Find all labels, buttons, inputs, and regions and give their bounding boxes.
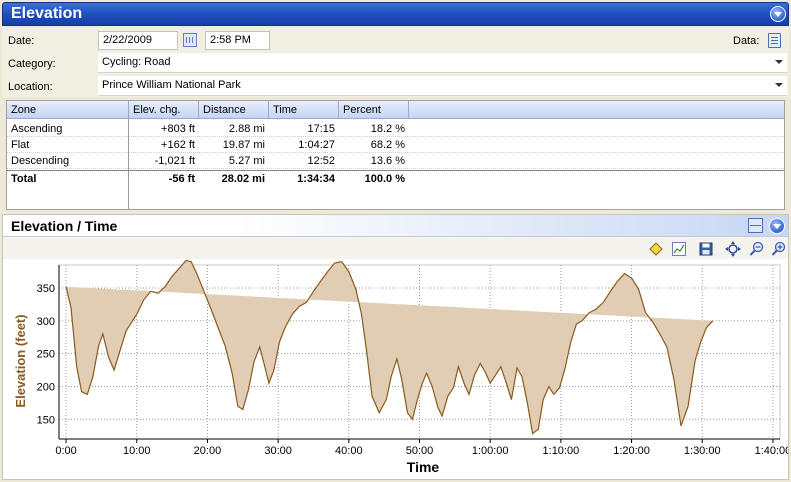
column-header[interactable]: Time — [269, 101, 339, 119]
location-label: Location: — [8, 81, 53, 93]
distance-cell: 5.27 mi — [228, 155, 265, 167]
percent-cell: 18.2 % — [370, 123, 405, 135]
column-header[interactable]: Elev. chg. — [129, 101, 199, 119]
data-label: Data: — [733, 35, 760, 47]
x-axis-label: Time — [407, 459, 440, 475]
elev-cell: -1,021 ft — [154, 155, 195, 167]
location-value: Prince William National Park — [102, 79, 241, 91]
date-input[interactable]: 2/22/2009 — [98, 31, 178, 50]
data-file-icon[interactable] — [768, 33, 781, 48]
elevation-zone-table: Zone Elev. chg. Distance Time Percent As… — [6, 100, 785, 210]
percent-cell: 100.0 % — [364, 173, 405, 185]
percent-cell: 13.6 % — [370, 155, 405, 167]
zone-cell: Flat — [11, 139, 30, 151]
zoom-out-icon[interactable] — [749, 241, 765, 257]
distance-cell: 19.87 mi — [222, 139, 265, 151]
panel-titlebar: Elevation — [2, 2, 789, 26]
category-select[interactable]: Cycling: Road — [98, 53, 787, 73]
y-tick-label: 250 — [37, 349, 55, 361]
table-header: Zone Elev. chg. Distance Time Percent — [7, 101, 784, 119]
zone-cell: Total — [11, 173, 37, 185]
chart-panel-title: Elevation / Time — [11, 218, 118, 234]
y-tick-label: 300 — [37, 316, 55, 328]
x-tick-label: 0:00 — [55, 445, 76, 457]
y-axis-label: Elevation (feet) — [13, 314, 28, 407]
table-total-row[interactable]: Total -56 ft 28.02 mi 1:34:34 100.0 % — [7, 170, 784, 186]
time-cell: 1:34:34 — [297, 173, 335, 185]
collapse-chevron-icon[interactable] — [769, 218, 785, 234]
chart-select-icon[interactable] — [671, 241, 687, 257]
category-value: Cycling: Road — [102, 56, 171, 68]
column-header[interactable]: Distance — [199, 101, 269, 119]
activity-form: Date: 2/22/2009 2:58 PM Data: Category: … — [2, 27, 789, 97]
y-tick-label: 200 — [37, 381, 55, 393]
elev-cell: +162 ft — [161, 139, 195, 151]
location-select[interactable]: Prince William National Park — [98, 76, 787, 96]
y-tick-label: 350 — [37, 283, 55, 295]
calendar-icon[interactable] — [183, 33, 197, 47]
fit-icon[interactable] — [725, 241, 741, 257]
x-tick-label: 1:40:00 — [755, 445, 788, 457]
zone-cell: Descending — [11, 155, 70, 167]
x-tick-label: 20:00 — [194, 445, 222, 457]
date-label: Date: — [8, 35, 35, 47]
time-cell: 12:52 — [307, 155, 335, 167]
time-cell: 17:15 — [307, 123, 335, 135]
percent-cell: 68.2 % — [370, 139, 405, 151]
column-header[interactable]: Percent — [339, 101, 409, 119]
chevron-down-icon[interactable] — [775, 60, 783, 64]
y-tick-label: 150 — [37, 414, 55, 426]
save-icon[interactable] — [698, 241, 714, 257]
x-tick-label: 1:20:00 — [613, 445, 650, 457]
table-row[interactable]: Ascending +803 ft 2.88 mi 17:15 18.2 % — [7, 121, 784, 137]
diamond-marker-icon[interactable] — [648, 241, 664, 257]
x-tick-label: 1:10:00 — [543, 445, 580, 457]
time-cell: 1:04:27 — [298, 139, 335, 151]
elev-cell: +803 ft — [161, 123, 195, 135]
x-tick-label: 10:00 — [123, 445, 151, 457]
x-tick-label: 1:00:00 — [472, 445, 509, 457]
zone-cell: Ascending — [11, 123, 63, 135]
category-label: Category: — [8, 58, 56, 70]
elev-cell: -56 ft — [168, 173, 195, 185]
chevron-down-icon[interactable] — [775, 83, 783, 87]
distance-cell: 28.02 mi — [221, 173, 265, 185]
table-row[interactable]: Descending -1,021 ft 5.27 mi 12:52 13.6 … — [7, 153, 784, 169]
elevation-time-panel: Elevation / Time 150 200 250 300 350 0:0… — [2, 214, 789, 480]
distance-cell: 2.88 mi — [228, 123, 265, 135]
elevation-time-chart[interactable]: 150 200 250 300 350 0:00 10:00 20:00 30:00 40:00 5… — [3, 259, 788, 479]
collapse-chevron-icon[interactable] — [770, 6, 786, 22]
column-header[interactable]: Zone — [7, 101, 129, 119]
x-tick-label: 40:00 — [335, 445, 363, 457]
zoom-in-icon[interactable] — [771, 241, 787, 257]
chart-panel-header: Elevation / Time — [3, 215, 788, 237]
split-view-icon[interactable] — [748, 218, 763, 233]
x-tick-label: 50:00 — [406, 445, 434, 457]
x-tick-label: 30:00 — [264, 445, 292, 457]
x-tick-label: 1:30:00 — [684, 445, 721, 457]
panel-title: Elevation — [11, 5, 83, 22]
time-input[interactable]: 2:58 PM — [205, 31, 270, 50]
table-row[interactable]: Flat +162 ft 19.87 mi 1:04:27 68.2 % — [7, 137, 784, 153]
